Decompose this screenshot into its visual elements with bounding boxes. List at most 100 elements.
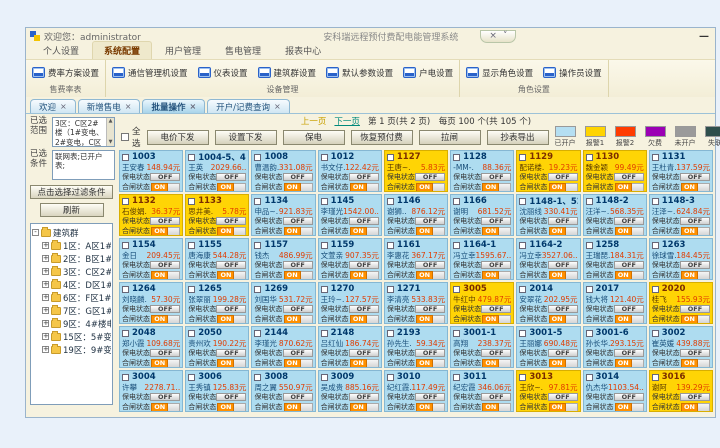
room-card[interactable]: 3004许攀2278.71..保电状态OFF合闸状态ON bbox=[119, 370, 183, 412]
room-checkbox[interactable] bbox=[254, 198, 261, 205]
power-protect-toggle[interactable]: OFF bbox=[216, 261, 246, 269]
power-protect-toggle[interactable]: OFF bbox=[680, 217, 710, 225]
room-checkbox[interactable] bbox=[586, 286, 593, 293]
room-card[interactable]: 3009吴成贵885.16元保电状态OFF合闸状态ON bbox=[318, 370, 382, 412]
room-checkbox[interactable] bbox=[321, 374, 328, 381]
power-protect-toggle[interactable]: OFF bbox=[349, 349, 379, 357]
room-card[interactable]: 1159文萱亲907.35元保电状态OFF合闸状态ON bbox=[318, 238, 382, 280]
power-protect-toggle[interactable]: OFF bbox=[283, 173, 313, 181]
room-card[interactable]: 1134申品~.921.83元保电状态OFF合闸状态ON bbox=[251, 194, 315, 236]
room-checkbox[interactable] bbox=[519, 374, 526, 381]
room-card[interactable]: 2144李瑾光870.62元保电状态OFF合闸状态ON bbox=[251, 326, 315, 368]
ribbon-button-显示角色设置[interactable]: 显示角色设置 bbox=[466, 67, 533, 79]
room-card[interactable]: 1133思井美.5.78元保电状态OFF合闸状态ON bbox=[185, 194, 249, 236]
room-checkbox[interactable] bbox=[254, 286, 261, 293]
switch-state-toggle[interactable]: ON bbox=[482, 227, 511, 236]
room-checkbox[interactable] bbox=[188, 374, 195, 381]
power-protect-toggle[interactable]: OFF bbox=[481, 305, 511, 313]
power-protect-toggle[interactable]: OFF bbox=[614, 305, 644, 313]
room-card[interactable]: 1004-5、40—王英2029.66..保电状态OFF合闸状态ON bbox=[185, 150, 249, 192]
room-card[interactable]: 1003王安春148.94元保电状态OFF合闸状态ON bbox=[119, 150, 183, 192]
switch-state-toggle[interactable]: ON bbox=[615, 403, 644, 412]
room-card[interactable]: 3013王欣~.97.81元保电状态OFF合闸状态ON bbox=[516, 370, 580, 412]
room-card[interactable]: 3005牛红中479.87元保电状态OFF合闸状态ON bbox=[450, 282, 514, 324]
tab-close-icon[interactable]: × bbox=[125, 102, 132, 111]
switch-state-toggle[interactable]: ON bbox=[482, 403, 511, 412]
room-card[interactable]: 1148-2汪洋~.568.35元保电状态OFF合闸状态ON bbox=[583, 194, 647, 236]
power-protect-toggle[interactable]: OFF bbox=[415, 393, 445, 401]
room-checkbox[interactable] bbox=[453, 242, 460, 249]
switch-state-toggle[interactable]: ON bbox=[350, 227, 379, 236]
switch-state-toggle[interactable]: ON bbox=[549, 315, 578, 324]
room-checkbox[interactable] bbox=[321, 198, 328, 205]
ribbon-button-仪表设置[interactable]: 仪表设置 bbox=[198, 67, 248, 79]
room-card[interactable]: 1157钱杰486.99元保电状态OFF合闸状态ON bbox=[251, 238, 315, 280]
tree-item[interactable]: +7区：G区1#井 bbox=[32, 304, 111, 317]
room-checkbox[interactable] bbox=[387, 330, 394, 337]
close-icon[interactable]: × bbox=[489, 31, 497, 41]
room-checkbox[interactable] bbox=[453, 374, 460, 381]
room-checkbox[interactable] bbox=[652, 154, 659, 161]
room-card[interactable]: 3008周之翼550.97元保电状态OFF合闸状态ON bbox=[251, 370, 315, 412]
power-protect-toggle[interactable]: OFF bbox=[216, 393, 246, 401]
switch-state-toggle[interactable]: ON bbox=[217, 359, 246, 368]
room-checkbox[interactable] bbox=[122, 154, 129, 161]
power-protect-toggle[interactable]: OFF bbox=[614, 173, 644, 181]
room-checkbox[interactable] bbox=[321, 330, 328, 337]
room-checkbox[interactable] bbox=[254, 374, 261, 381]
room-card[interactable]: 3001-1高翔238.37元保电状态OFF合闸状态ON bbox=[450, 326, 514, 368]
room-checkbox[interactable] bbox=[652, 330, 659, 337]
room-card[interactable]: 3001-5王丽娜690.48元保电状态OFF合闸状态ON bbox=[516, 326, 580, 368]
power-protect-toggle[interactable]: OFF bbox=[283, 217, 313, 225]
room-checkbox[interactable] bbox=[188, 286, 195, 293]
switch-state-toggle[interactable]: ON bbox=[549, 271, 578, 280]
room-checkbox[interactable] bbox=[254, 154, 261, 161]
room-card[interactable]: 1148-1、522沈丽线330.41元保电状态OFF合闸状态ON bbox=[516, 194, 580, 236]
room-checkbox[interactable] bbox=[586, 330, 593, 337]
switch-state-toggle[interactable]: ON bbox=[151, 227, 180, 236]
switch-state-toggle[interactable]: ON bbox=[284, 183, 313, 192]
room-card[interactable]: 1129配诺楼.19.23元保电状态OFF合闸状态ON bbox=[516, 150, 580, 192]
switch-state-toggle[interactable]: ON bbox=[416, 359, 445, 368]
switch-state-toggle[interactable]: ON bbox=[350, 403, 379, 412]
room-card[interactable]: 1154金日209.45元保电状态OFF合闸状态ON bbox=[119, 238, 183, 280]
switch-state-toggle[interactable]: ON bbox=[217, 227, 246, 236]
tree-item[interactable]: +9区：4#楼电井（4#楼… bbox=[32, 317, 111, 330]
room-card[interactable]: 1264刘晓麟.57.30元保电状态OFF合闸状态ON bbox=[119, 282, 183, 324]
room-card[interactable]: 1265张翠丽199.28元保电状态OFF合闸状态ON bbox=[185, 282, 249, 324]
switch-state-toggle[interactable]: ON bbox=[217, 183, 246, 192]
select-all-checkbox[interactable] bbox=[121, 133, 129, 141]
power-protect-toggle[interactable]: OFF bbox=[415, 217, 445, 225]
power-protect-toggle[interactable]: OFF bbox=[283, 393, 313, 401]
room-card[interactable]: 2048郑小霞109.68元保电状态OFF合闸状态ON bbox=[119, 326, 183, 368]
room-checkbox[interactable] bbox=[387, 374, 394, 381]
room-checkbox[interactable] bbox=[387, 286, 394, 293]
room-checkbox[interactable] bbox=[453, 330, 460, 337]
room-card[interactable]: 3011纪宏霞346.06元保电状态OFF合闸状态ON bbox=[450, 370, 514, 412]
switch-state-toggle[interactable]: ON bbox=[615, 183, 644, 192]
switch-state-toggle[interactable]: ON bbox=[350, 315, 379, 324]
switch-state-toggle[interactable]: ON bbox=[151, 271, 180, 280]
room-card[interactable]: 2020桂飞155.93元保电状态OFF合闸状态ON bbox=[649, 282, 713, 324]
room-checkbox[interactable] bbox=[519, 154, 526, 161]
room-checkbox[interactable] bbox=[652, 286, 659, 293]
power-protect-toggle[interactable]: OFF bbox=[481, 173, 511, 181]
toolbar-button-保电[interactable]: 保电 bbox=[283, 130, 345, 145]
switch-state-toggle[interactable]: ON bbox=[284, 403, 313, 412]
room-card[interactable]: 1132石俊娟.36.37元保电状态OFF合闸状态ON bbox=[119, 194, 183, 236]
ribbon-tab-报表中心[interactable]: 报表中心 bbox=[274, 42, 332, 59]
switch-state-toggle[interactable]: ON bbox=[151, 403, 180, 412]
power-protect-toggle[interactable]: OFF bbox=[415, 173, 445, 181]
room-checkbox[interactable] bbox=[652, 374, 659, 381]
expand-icon[interactable]: + bbox=[42, 346, 49, 353]
power-protect-toggle[interactable]: OFF bbox=[216, 217, 246, 225]
power-protect-toggle[interactable]: OFF bbox=[614, 393, 644, 401]
ribbon-button-通信管理机设置[interactable]: 通信管理机设置 bbox=[112, 67, 188, 79]
power-protect-toggle[interactable]: OFF bbox=[415, 349, 445, 357]
switch-state-toggle[interactable]: ON bbox=[217, 271, 246, 280]
textarea-scrollbar[interactable]: ▲▼ bbox=[106, 118, 114, 146]
room-card[interactable]: 1128-MM-.88.36元保电状态OFF合闸状态ON bbox=[450, 150, 514, 192]
switch-state-toggle[interactable]: ON bbox=[681, 359, 710, 368]
ribbon-tab-售电管理[interactable]: 售电管理 bbox=[214, 42, 272, 59]
switch-state-toggle[interactable]: ON bbox=[350, 359, 379, 368]
